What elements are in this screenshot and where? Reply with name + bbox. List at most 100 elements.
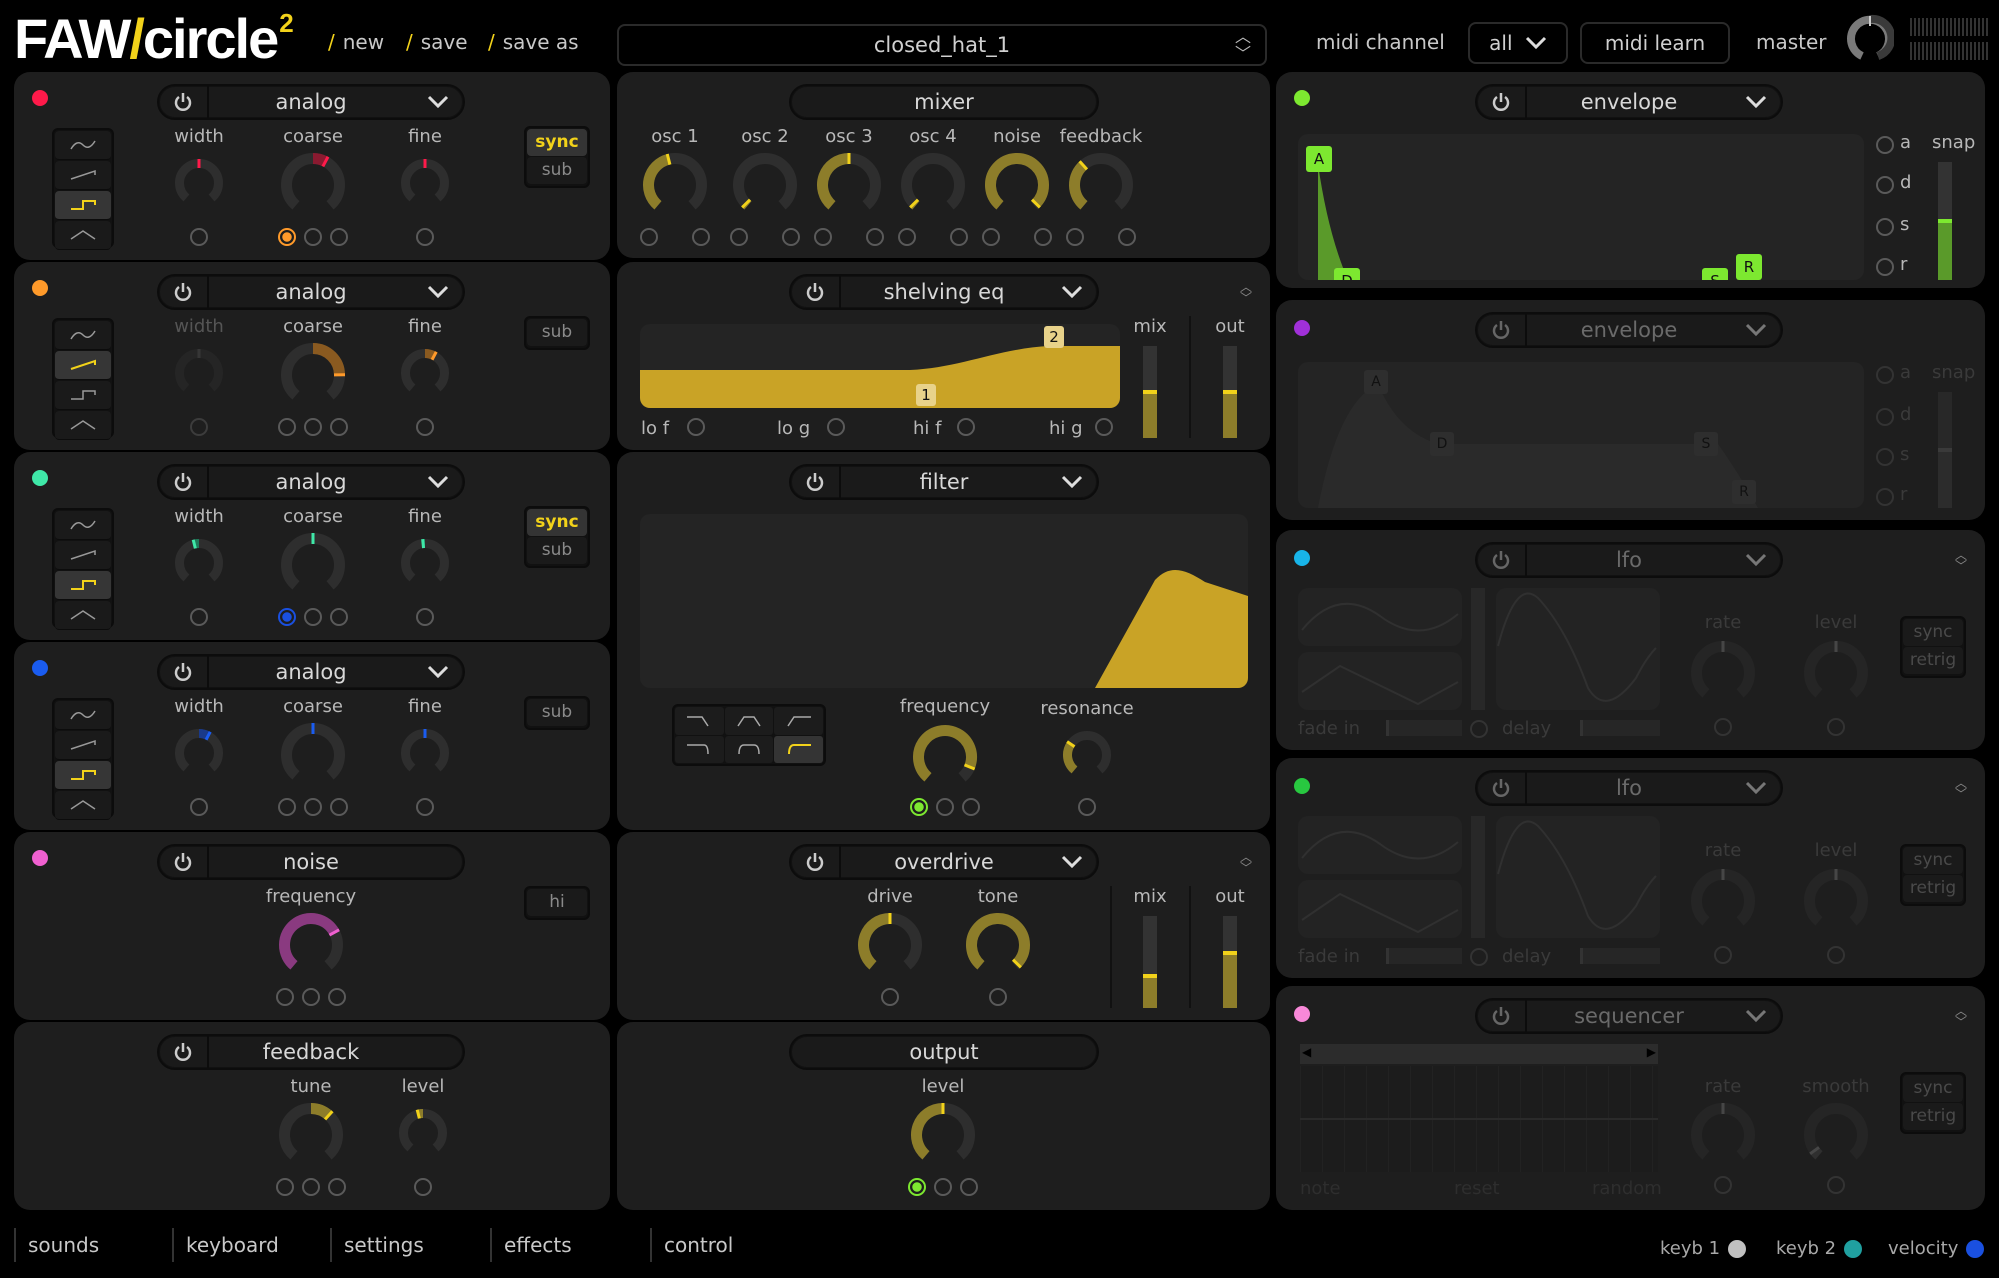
overdrive-out-slider[interactable] <box>1223 916 1237 1008</box>
wave-sine-button[interactable] <box>55 511 111 540</box>
lfo2-mix-slider[interactable] <box>1471 816 1485 938</box>
mod-slot[interactable] <box>416 608 434 626</box>
env2-release-point[interactable]: R <box>1732 480 1756 504</box>
delay-slider[interactable] <box>1580 948 1660 964</box>
chevron-down-icon[interactable] <box>1731 1009 1781 1023</box>
env2-s-mod-slot[interactable] <box>1876 448 1894 466</box>
seq-length-bar[interactable]: ◀ ▶ <box>1300 1044 1658 1064</box>
mod-slot[interactable] <box>330 798 348 816</box>
mod-slot[interactable] <box>304 228 322 246</box>
wave-square-button[interactable] <box>55 761 111 790</box>
random-button[interactable]: random <box>1592 1178 1662 1199</box>
osc3-fine-knob[interactable] <box>400 538 450 588</box>
eq-point-1[interactable]: 1 <box>916 384 936 406</box>
power-icon[interactable] <box>159 276 209 308</box>
chevron-down-icon[interactable] <box>1731 781 1781 795</box>
chevron-down-icon[interactable] <box>1731 95 1781 109</box>
sync-toggle[interactable]: sync <box>1903 1075 1963 1102</box>
lfo1-wave-a[interactable] <box>1298 588 1462 646</box>
osc2-coarse-knob[interactable] <box>280 342 346 408</box>
env2-snap-slider[interactable] <box>1938 392 1952 508</box>
mod-slot[interactable] <box>982 228 1000 246</box>
mod-slot[interactable] <box>814 228 832 246</box>
tab-settings[interactable]: settings <box>330 1228 424 1262</box>
eq-curve-graph[interactable]: 1 2 <box>640 324 1120 408</box>
power-icon[interactable] <box>159 466 209 498</box>
mixer-feedback-knob[interactable] <box>1068 152 1134 218</box>
mod-slot[interactable] <box>1827 946 1845 964</box>
env2-decay-point[interactable]: D <box>1430 432 1454 456</box>
master-knob[interactable] <box>1846 14 1894 62</box>
mod-slot[interactable] <box>190 418 208 436</box>
mod-slot[interactable] <box>730 228 748 246</box>
mod-slot[interactable] <box>416 418 434 436</box>
mod-slot[interactable] <box>328 988 346 1006</box>
mod-slot[interactable] <box>276 1178 294 1196</box>
feedback-tune-knob[interactable] <box>278 1102 344 1168</box>
mod-slot[interactable] <box>1034 228 1052 246</box>
feedback-level-knob[interactable] <box>398 1108 448 1158</box>
mod-slot[interactable] <box>302 1178 320 1196</box>
midi-learn-button[interactable]: midi learn <box>1580 22 1730 64</box>
mod-slot-active[interactable] <box>908 1178 926 1196</box>
mod-slot[interactable] <box>936 798 954 816</box>
eq-point-2[interactable]: 2 <box>1044 326 1064 348</box>
mod-slot[interactable] <box>934 1178 952 1196</box>
env1-type-selector[interactable]: envelope <box>1475 84 1783 120</box>
overdrive-tone-knob[interactable] <box>965 912 1031 978</box>
env2-d-mod-slot[interactable] <box>1876 408 1894 426</box>
mixer-noise-knob[interactable] <box>984 152 1050 218</box>
power-icon[interactable] <box>159 1036 209 1068</box>
mod-slot[interactable] <box>1714 718 1732 736</box>
mixer-osc-4-knob[interactable] <box>900 152 966 218</box>
env2-sustain-point[interactable]: S <box>1694 432 1718 456</box>
env1-decay-point[interactable]: D <box>1334 268 1360 280</box>
lo-f-mod-slot[interactable] <box>687 418 705 436</box>
sync-toggle[interactable]: sync <box>527 129 587 156</box>
fade-in-slider[interactable] <box>1386 720 1462 736</box>
env2-r-mod-slot[interactable] <box>1876 488 1894 506</box>
mod-slot[interactable] <box>330 608 348 626</box>
mod-slot[interactable] <box>692 228 710 246</box>
hi-f-mod-slot[interactable] <box>957 418 975 436</box>
filter-resonance-knob[interactable] <box>1062 730 1112 780</box>
mod-slot[interactable] <box>640 228 658 246</box>
mod-slot[interactable] <box>328 1178 346 1196</box>
fade-in-mod-slot[interactable] <box>1470 948 1488 966</box>
mod-slot[interactable] <box>278 798 296 816</box>
wave-saw-button[interactable] <box>55 351 111 380</box>
wave-triangle-button[interactable] <box>55 791 111 820</box>
mixer-osc-1-knob[interactable] <box>642 152 708 218</box>
power-icon[interactable] <box>791 276 841 308</box>
mod-slot[interactable] <box>898 228 916 246</box>
lfo1-rate-knob[interactable] <box>1690 640 1756 706</box>
lo-g-mod-slot[interactable] <box>827 418 845 436</box>
output-level-knob[interactable] <box>910 1102 976 1168</box>
mod-slot[interactable] <box>881 988 899 1006</box>
mod-slot-active[interactable] <box>278 608 296 626</box>
mixer-osc-2-knob[interactable] <box>732 152 798 218</box>
mod-slot[interactable] <box>960 1178 978 1196</box>
new-button[interactable]: / new <box>328 30 384 54</box>
env1-d-mod-slot[interactable] <box>1876 176 1894 194</box>
sub-toggle[interactable]: sub <box>527 537 587 564</box>
osc3-coarse-knob[interactable] <box>280 532 346 598</box>
noise-frequency-knob[interactable] <box>278 912 344 978</box>
mod-slot-active[interactable] <box>278 228 296 246</box>
power-icon[interactable] <box>159 86 209 118</box>
wave-saw-button[interactable] <box>55 541 111 570</box>
fade-in-slider[interactable] <box>1386 948 1462 964</box>
reorder-icon[interactable]: ︿ ﹀ <box>1240 851 1252 874</box>
left-arrow-icon[interactable]: ◀ <box>1302 1045 1311 1059</box>
mod-slot[interactable] <box>330 228 348 246</box>
wave-square-button[interactable] <box>55 191 111 220</box>
wave-triangle-button[interactable] <box>55 411 111 440</box>
sub-toggle[interactable]: sub <box>527 157 587 184</box>
env2-a-mod-slot[interactable] <box>1876 366 1894 384</box>
filter-lowpass-24-button[interactable] <box>675 735 724 763</box>
env2-type-selector[interactable]: envelope <box>1475 312 1783 348</box>
right-arrow-icon[interactable]: ▶ <box>1647 1045 1656 1059</box>
lfo1-mix-slider[interactable] <box>1471 588 1485 710</box>
mod-slot[interactable] <box>989 988 1007 1006</box>
filter-highpass-12-button[interactable] <box>774 707 823 735</box>
